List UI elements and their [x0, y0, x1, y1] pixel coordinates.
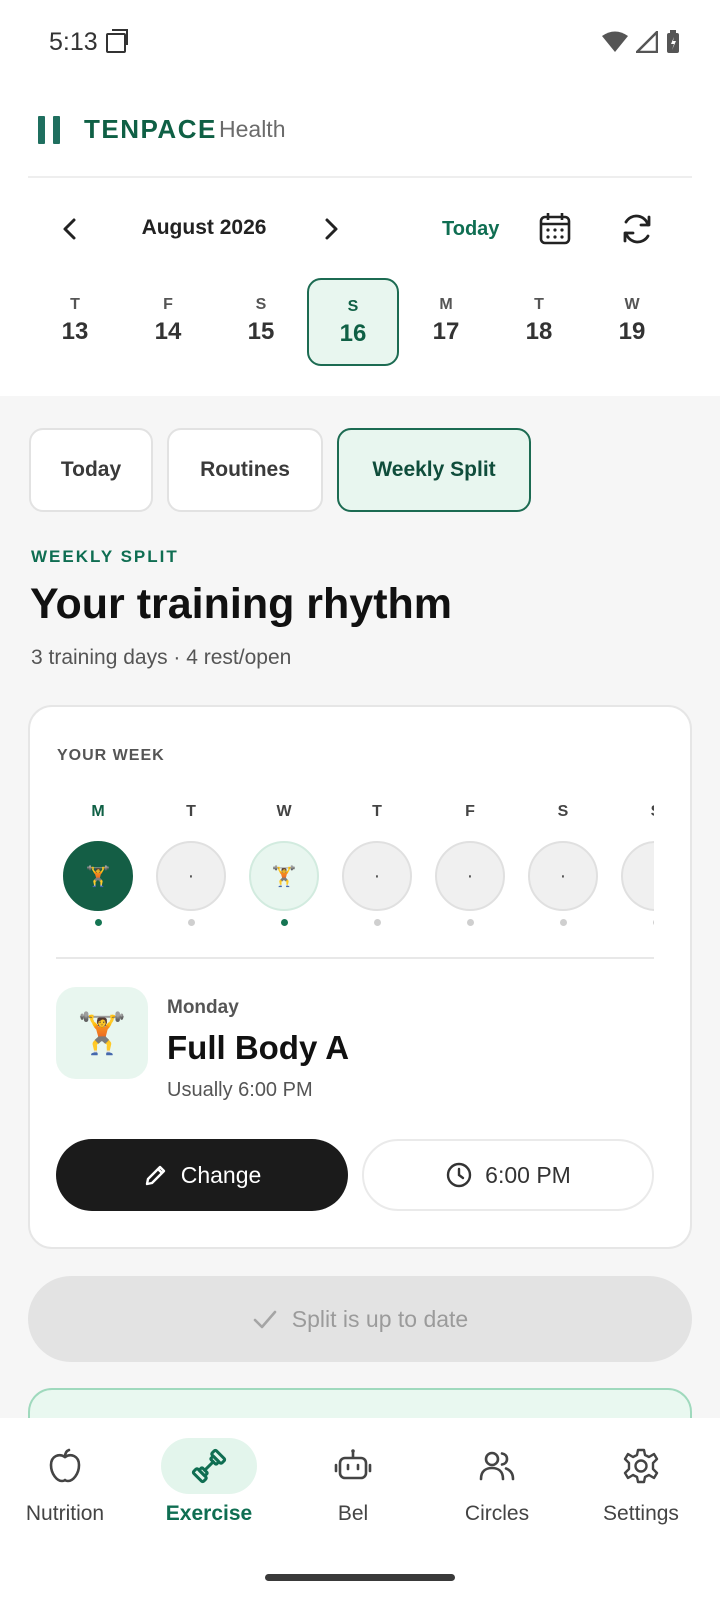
change-routine-button[interactable]: Change	[56, 1139, 348, 1211]
week-day-monday[interactable]: M 🏋️	[63, 803, 133, 926]
week-day-wednesday[interactable]: W 🏋️	[249, 803, 319, 926]
app-header: TENPACE Health	[0, 88, 720, 178]
dumbbell-icon	[191, 1448, 227, 1484]
page-title: Your training rhythm	[30, 580, 453, 628]
week-day-saturday[interactable]: S ·	[528, 803, 598, 926]
weightlifting-icon: 🏋️	[56, 987, 148, 1079]
pencil-icon	[145, 1165, 165, 1186]
day-16-selected[interactable]: S 16	[307, 278, 399, 366]
tab-routines[interactable]: Routines	[167, 428, 323, 512]
robot-icon	[334, 1449, 372, 1480]
month-label: August 2026	[141, 216, 267, 239]
status-time: 5:13	[49, 28, 98, 56]
day-19[interactable]: W 19	[586, 278, 678, 366]
status-dot	[373, 919, 381, 926]
apple-icon	[49, 1448, 81, 1483]
wifi-icon	[602, 31, 628, 52]
nav-settings[interactable]: Settings	[571, 1438, 711, 1526]
day-18[interactable]: T 18	[493, 278, 585, 366]
people-icon	[479, 1451, 515, 1481]
page-subtitle: 3 training days · 4 rest/open	[31, 646, 292, 669]
status-dot	[466, 919, 474, 926]
card-divider	[56, 957, 654, 959]
change-button-label: Change	[180, 1161, 262, 1188]
section-eyebrow: WEEKLY SPLIT	[31, 547, 179, 566]
app-logo-icon	[38, 116, 62, 144]
rest-marker: ·	[156, 841, 226, 911]
check-icon	[253, 1310, 277, 1329]
brand-name: TENPACE	[84, 114, 217, 144]
nav-exercise[interactable]: Exercise	[139, 1438, 279, 1526]
clock-icon	[446, 1162, 472, 1188]
week-day-sunday[interactable]: S ·	[621, 803, 654, 926]
routine-day: Monday	[167, 997, 239, 1018]
today-button[interactable]: Today	[442, 218, 499, 241]
routine-usual-time: Usually 6:00 PM	[167, 1079, 313, 1101]
status-icons	[602, 30, 680, 54]
status-dot	[94, 919, 102, 926]
card-label: YOUR WEEK	[57, 747, 165, 764]
rest-marker: ·	[621, 841, 654, 911]
week-day-thursday[interactable]: T ·	[342, 803, 412, 926]
tab-today[interactable]: Today	[29, 428, 153, 512]
home-indicator[interactable]	[265, 1574, 455, 1581]
battery-icon	[667, 30, 679, 53]
rest-marker: ·	[528, 841, 598, 911]
nav-nutrition[interactable]: Nutrition	[0, 1438, 135, 1526]
status-dot	[652, 919, 654, 926]
chevron-right-icon[interactable]	[316, 214, 346, 244]
tab-weekly-split[interactable]: Weekly Split	[337, 428, 531, 512]
day-14[interactable]: F 14	[122, 278, 214, 366]
day-17[interactable]: M 17	[400, 278, 492, 366]
workout-emoji: 🏋️	[249, 841, 319, 911]
status-bar: 5:13	[0, 0, 720, 88]
status-dot	[187, 919, 195, 926]
calendar-icon[interactable]	[536, 210, 574, 248]
bottom-navigation: Nutrition Exercise Bel Circles Settings	[0, 1418, 720, 1600]
week-day-strip[interactable]: M 🏋️ T · W 🏋️ T · F · S ·	[56, 803, 654, 933]
time-picker-button[interactable]: 6:00 PM	[362, 1139, 654, 1211]
week-day-tuesday[interactable]: T ·	[156, 803, 226, 926]
routine-name: Full Body A	[167, 1029, 350, 1066]
chevron-left-icon[interactable]	[55, 214, 85, 244]
date-selector: August 2026 Today T 13 F 14 S 15 S 16 M 17 T1…	[0, 178, 720, 396]
workout-emoji: 🏋️	[63, 841, 133, 911]
day-15[interactable]: S 15	[215, 278, 307, 366]
gear-icon	[623, 1448, 659, 1484]
refresh-icon[interactable]	[618, 210, 656, 248]
rest-marker: ·	[435, 841, 505, 911]
rest-marker: ·	[342, 841, 412, 911]
time-button-label: 6:00 PM	[485, 1161, 571, 1188]
status-dot	[559, 919, 567, 926]
split-status-label: Split is up to date	[291, 1305, 469, 1332]
sim-icon	[106, 29, 128, 53]
status-dot	[280, 919, 288, 926]
day-13[interactable]: T 13	[29, 278, 121, 366]
nav-circles[interactable]: Circles	[427, 1438, 567, 1526]
nav-bel[interactable]: Bel	[283, 1438, 423, 1526]
your-week-card: YOUR WEEK M 🏋️ T · W 🏋️ T · F · S · 🏋️ M…	[28, 705, 692, 1249]
signal-icon	[636, 31, 658, 53]
week-day-friday[interactable]: F ·	[435, 803, 505, 926]
brand-subtitle: Health	[219, 116, 286, 142]
split-status-button[interactable]: Split is up to date	[28, 1276, 692, 1362]
